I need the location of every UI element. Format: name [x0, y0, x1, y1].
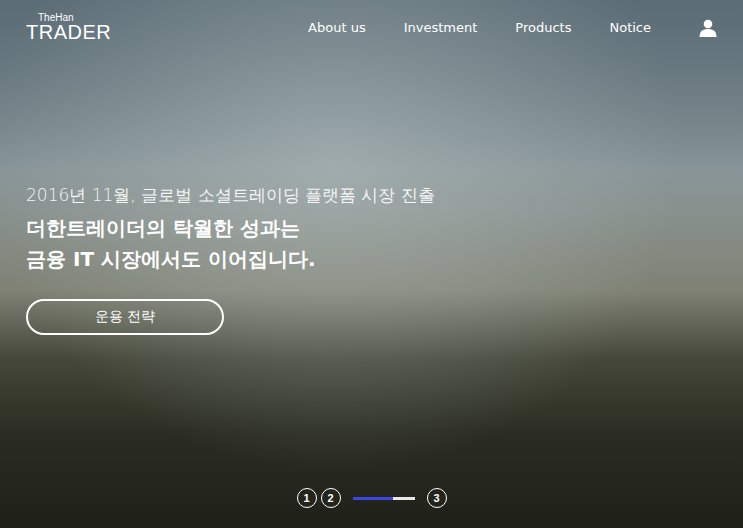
nav-item[interactable]: About us — [308, 20, 366, 35]
hero-subtitle: 2016년 11월, 글로벌 소셜트레이딩 플랫폼 시장 진출 — [26, 183, 435, 207]
nav-item[interactable]: Products — [515, 20, 571, 35]
logo-bottom: TRADER — [26, 22, 111, 42]
user-button[interactable] — [699, 19, 717, 37]
page-dot[interactable]: 2 — [321, 488, 341, 508]
hero: 2016년 11월, 글로벌 소셜트레이딩 플랫폼 시장 진출더한트레이더의 탁… — [0, 55, 743, 488]
progress-fill — [353, 497, 393, 500]
hero-title-line: 금융 IT 시장에서도 이어집니다. — [26, 244, 316, 275]
progress-track — [353, 497, 415, 500]
strategy-button[interactable]: 운용 전략 — [26, 299, 224, 335]
hero-title-line: 더한트레이더의 탁월한 성과는 — [26, 213, 300, 244]
nav: About us Investment Products Notice — [308, 19, 717, 37]
header: TheHanTRADER About us Investment Products No… — [0, 0, 743, 55]
page-dot[interactable]: 1 — [297, 488, 317, 508]
nav-item[interactable]: Investment — [404, 20, 478, 35]
logo[interactable]: TheHanTRADER — [26, 13, 111, 42]
hero-page: TheHanTRADER About us Investment Products No… — [0, 0, 743, 528]
user-icon — [699, 19, 717, 37]
nav-item[interactable]: Notice — [609, 20, 651, 35]
page-dot[interactable]: 3 — [427, 488, 447, 508]
pagination: 12 3 — [0, 488, 743, 528]
